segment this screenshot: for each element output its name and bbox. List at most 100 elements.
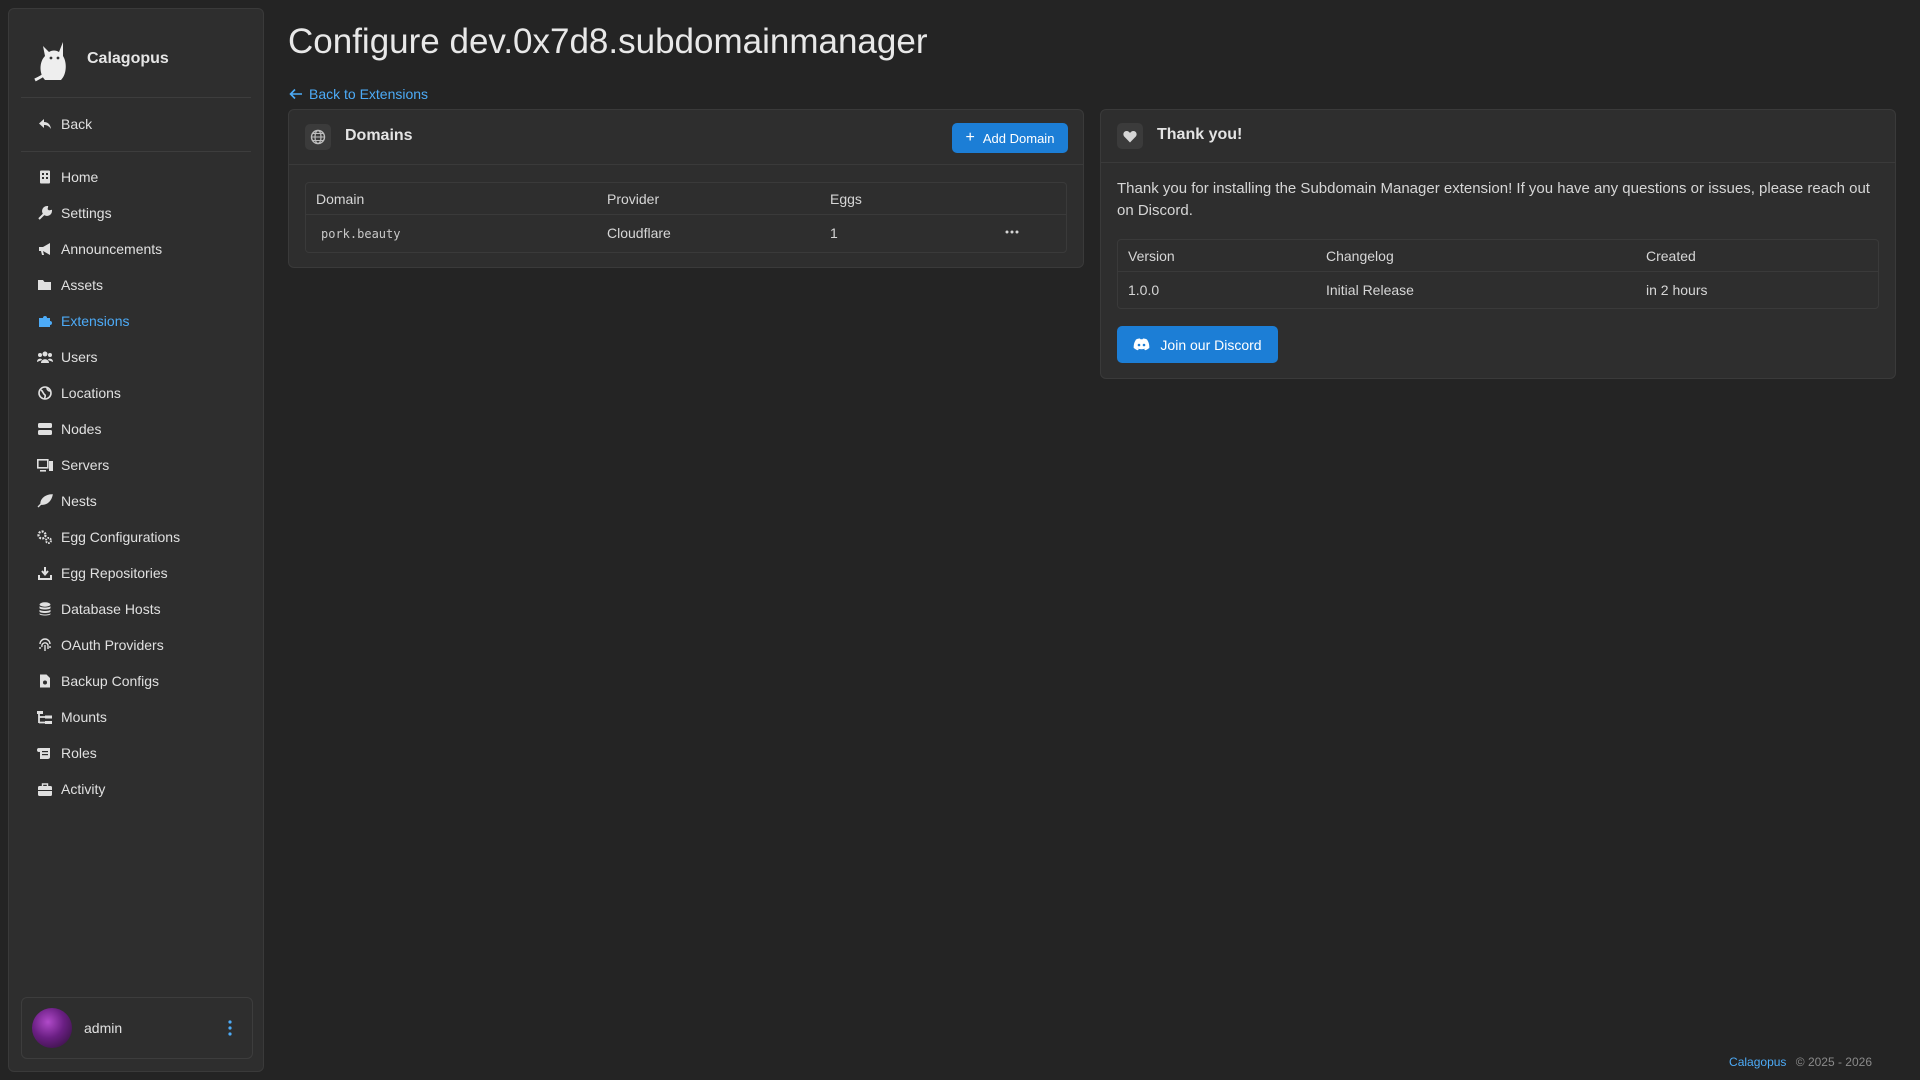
domain-cell: pork.beauty <box>321 227 401 241</box>
thank-you-card-header: Thank you! <box>1101 110 1895 163</box>
sidebar: Calagopus Back Home Settings Announcemen… <box>8 8 264 1072</box>
sidebar-item-label: Settings <box>61 205 112 221</box>
sidebar-item-label: Announcements <box>61 241 163 257</box>
domains-table: Domain Provider Eggs pork.beauty Cloudfl… <box>305 182 1067 253</box>
sidebar-item-label: Nests <box>61 493 97 509</box>
changelog-cell: Initial Release <box>1326 282 1414 298</box>
sidebar-item-activity[interactable]: Activity <box>37 776 105 802</box>
database-icon <box>37 601 53 617</box>
version-cell: 1.0.0 <box>1128 282 1160 298</box>
plus-icon: + <box>965 129 975 146</box>
sidebar-item-servers[interactable]: Servers <box>37 452 109 478</box>
footer-copyright: © 2025 - 2026 <box>1795 1055 1872 1069</box>
sidebar-item-locations[interactable]: Locations <box>37 380 121 406</box>
sidebar-item-assets[interactable]: Assets <box>37 272 103 298</box>
back-to-extensions-link[interactable]: Back to Extensions <box>289 86 428 102</box>
puzzle-icon <box>37 313 53 329</box>
globe-icon <box>37 385 53 401</box>
sidebar-item-label: Roles <box>61 745 97 761</box>
sidebar-item-extensions[interactable]: Extensions <box>37 308 129 334</box>
back-link-label: Back to Extensions <box>309 86 429 102</box>
briefcase-icon <box>37 781 53 797</box>
divider <box>21 151 251 152</box>
user-menu[interactable]: admin <box>21 997 253 1059</box>
domains-title: Domains <box>345 127 413 144</box>
table-row[interactable]: pork.beauty Cloudflare 1 <box>306 216 1066 252</box>
sidebar-back[interactable]: Back <box>37 111 92 137</box>
wrench-icon <box>37 205 53 221</box>
cat-logo-icon <box>34 42 66 82</box>
domains-card-header: Domains + Add Domain <box>289 110 1083 165</box>
divider <box>21 97 251 98</box>
footer-brand-link[interactable]: Calagopus <box>1729 1055 1786 1069</box>
thank-you-message: Thank you for installing the Subdomain M… <box>1117 180 1870 219</box>
sidebar-item-label: Locations <box>61 385 121 401</box>
scroll-icon <box>37 745 53 761</box>
server-icon <box>37 421 53 437</box>
kebab-menu-icon[interactable] <box>228 1020 232 1036</box>
sidebar-item-label: Egg Configurations <box>61 529 181 545</box>
tree-icon <box>37 709 53 725</box>
fingerprint-icon <box>37 637 53 653</box>
add-domain-button[interactable]: + Add Domain <box>952 123 1068 153</box>
join-discord-button[interactable]: Join our Discord <box>1117 326 1278 363</box>
sidebar-item-label: Mounts <box>61 709 107 725</box>
column-header-eggs: Eggs <box>830 191 862 207</box>
thank-you-title: Thank you! <box>1157 126 1243 143</box>
sidebar-item-mounts[interactable]: Mounts <box>37 704 107 730</box>
users-icon <box>37 349 53 365</box>
file-icon <box>37 673 53 689</box>
feather-icon <box>37 493 53 509</box>
sidebar-item-settings[interactable]: Settings <box>37 200 112 226</box>
sidebar-item-users[interactable]: Users <box>37 344 98 370</box>
cogs-icon <box>37 529 53 545</box>
table-header: Version Changelog Created <box>1118 240 1878 272</box>
sidebar-item-label: OAuth Providers <box>61 637 164 653</box>
table-header: Domain Provider Eggs <box>306 183 1066 215</box>
sidebar-item-label: Egg Repositories <box>61 565 168 581</box>
column-header-provider: Provider <box>607 191 660 207</box>
eggs-cell: 1 <box>830 225 838 241</box>
megaphone-icon <box>37 241 53 257</box>
sidebar-item-nests[interactable]: Nests <box>37 488 97 514</box>
add-domain-label: Add Domain <box>982 130 1055 146</box>
building-icon <box>37 169 53 185</box>
sidebar-item-label: Backup Configs <box>61 673 160 689</box>
sidebar-item-label: Extensions <box>61 313 130 329</box>
join-discord-label: Join our Discord <box>1160 336 1262 353</box>
reply-arrow-icon <box>37 116 53 132</box>
column-header-created: Created <box>1646 248 1696 264</box>
sidebar-item-label: Nodes <box>61 421 102 437</box>
download-icon <box>37 565 53 581</box>
sidebar-item-egg-configurations[interactable]: Egg Configurations <box>37 524 180 550</box>
sidebar-item-roles[interactable]: Roles <box>37 740 97 766</box>
user-name: admin <box>84 1020 123 1036</box>
discord-icon <box>1134 338 1150 351</box>
arrow-left-icon <box>289 88 302 100</box>
globe-icon <box>305 124 331 150</box>
folder-icon <box>37 277 53 293</box>
thank-you-card: Thank you! Thank you for installing the … <box>1100 109 1896 379</box>
sidebar-back-label: Back <box>61 116 93 132</box>
table-row: 1.0.0 Initial Release in 2 hours <box>1118 273 1878 308</box>
monitor-icon <box>37 457 53 473</box>
heart-icon <box>1117 123 1143 149</box>
sidebar-item-announcements[interactable]: Announcements <box>37 236 162 262</box>
changelog-table: Version Changelog Created 1.0.0 Initial … <box>1117 239 1879 309</box>
provider-cell: Cloudflare <box>607 225 671 241</box>
column-header-domain: Domain <box>316 191 365 207</box>
sidebar-item-database-hosts[interactable]: Database Hosts <box>37 596 161 622</box>
ellipsis-icon[interactable] <box>1005 230 1019 234</box>
column-header-version: Version <box>1128 248 1175 264</box>
brand[interactable]: Calagopus <box>25 29 169 89</box>
column-header-changelog: Changelog <box>1326 248 1394 264</box>
sidebar-item-home[interactable]: Home <box>37 164 98 190</box>
sidebar-item-egg-repositories[interactable]: Egg Repositories <box>37 560 168 586</box>
domains-card: Domains + Add Domain Domain Provider Egg… <box>288 109 1084 268</box>
sidebar-item-nodes[interactable]: Nodes <box>37 416 101 442</box>
page-title: Configure dev.0x7d8.subdomainmanager <box>288 22 928 61</box>
brand-name: Calagopus <box>87 50 169 67</box>
sidebar-item-label: Servers <box>61 457 110 473</box>
sidebar-item-oauth-providers[interactable]: OAuth Providers <box>37 632 164 658</box>
sidebar-item-backup-configs[interactable]: Backup Configs <box>37 668 159 694</box>
